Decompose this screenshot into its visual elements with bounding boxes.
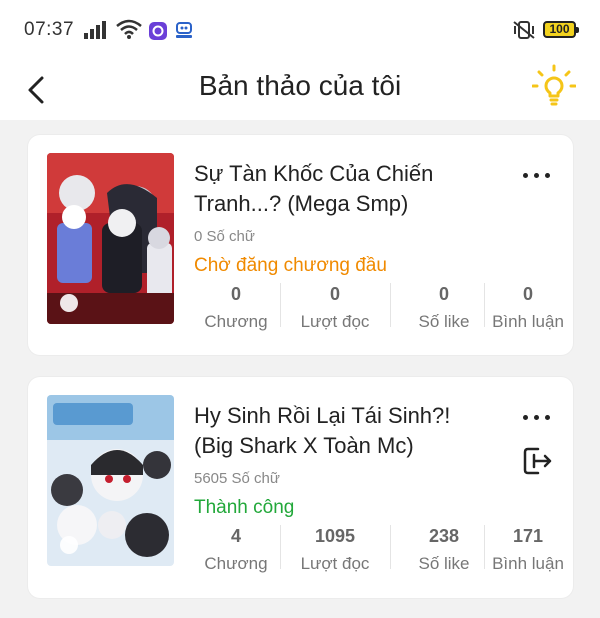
stat-label: Lượt đọc xyxy=(300,554,370,573)
stat-divider xyxy=(280,283,281,327)
stat-value: 171 xyxy=(512,526,544,546)
stat-value: 1095 xyxy=(314,526,356,546)
draft-status: Thành công xyxy=(194,497,295,518)
stat-divider xyxy=(484,525,485,569)
stat-divider xyxy=(390,525,391,569)
stat-divider xyxy=(484,283,485,327)
stat-label: Chương xyxy=(204,312,268,331)
stat-value: 0 xyxy=(329,284,340,304)
stat-comments: 171 Bình luận xyxy=(486,523,570,573)
stat-value: 0 xyxy=(522,284,533,304)
stat-likes: 0 Số like xyxy=(392,281,496,331)
stat-value: 0 xyxy=(438,284,449,304)
app-header: Bản thảo của tôi xyxy=(0,58,600,120)
stat-chapters: 0 Chương xyxy=(194,281,278,331)
stat-label: Số like xyxy=(418,312,470,331)
draft-card[interactable]: Sự Tàn Khốc Của Chiến Tranh...? (Mega Sm… xyxy=(28,135,573,355)
export-button[interactable] xyxy=(522,445,556,477)
draft-card[interactable]: Hy Sinh Rồi Lại Tái Sinh?! (Big Shark X … xyxy=(28,377,573,598)
app-notification-icon xyxy=(149,22,167,40)
stat-divider xyxy=(280,525,281,569)
wifi-icon xyxy=(116,19,142,39)
status-bar: 07:37 100 xyxy=(0,0,600,58)
draft-stats: 4 Chương 1095 Lượt đọc 238 Số like 171 B… xyxy=(194,523,570,573)
book-cover-image[interactable] xyxy=(47,153,174,324)
app-robot-icon xyxy=(176,22,192,38)
word-count: 0 Số chữ xyxy=(194,228,255,245)
stat-chapters: 4 Chương xyxy=(194,523,278,573)
book-cover-image[interactable] xyxy=(47,395,174,566)
lightbulb-icon xyxy=(531,64,577,106)
draft-title[interactable]: Sự Tàn Khốc Của Chiến Tranh...? (Mega Sm… xyxy=(194,159,484,219)
stat-likes: 238 Số like xyxy=(392,523,496,573)
stat-label: Bình luận xyxy=(492,312,564,331)
stat-label: Chương xyxy=(204,554,268,573)
more-options-button[interactable] xyxy=(521,169,553,183)
vibrate-mute-icon xyxy=(513,21,535,39)
draft-title[interactable]: Hy Sinh Rồi Lại Tái Sinh?! (Big Shark X … xyxy=(194,401,484,461)
stat-comments: 0 Bình luận xyxy=(486,281,570,331)
word-count: 5605 Số chữ xyxy=(194,470,280,487)
stat-value: 0 xyxy=(230,284,241,304)
idea-button[interactable] xyxy=(531,64,577,108)
battery-icon: 100 xyxy=(543,21,579,38)
stat-value: 4 xyxy=(230,526,241,546)
stat-divider xyxy=(390,283,391,327)
export-icon xyxy=(523,447,552,475)
stat-value: 238 xyxy=(428,526,460,546)
stat-label: Lượt đọc xyxy=(300,312,370,331)
draft-stats: 0 Chương 0 Lượt đọc 0 Số like 0 Bình luậ… xyxy=(194,281,570,331)
signal-icon xyxy=(84,21,106,39)
stat-label: Bình luận xyxy=(492,554,564,573)
page-title: Bản thảo của tôi xyxy=(198,70,402,101)
stat-label: Số like xyxy=(418,554,470,573)
stat-reads: 0 Lượt đọc xyxy=(282,281,388,331)
draft-status: Chờ đăng chương đầu xyxy=(194,255,387,276)
stat-reads: 1095 Lượt đọc xyxy=(282,523,388,573)
more-options-button[interactable] xyxy=(521,411,553,425)
status-time: 07:37 xyxy=(24,19,75,40)
